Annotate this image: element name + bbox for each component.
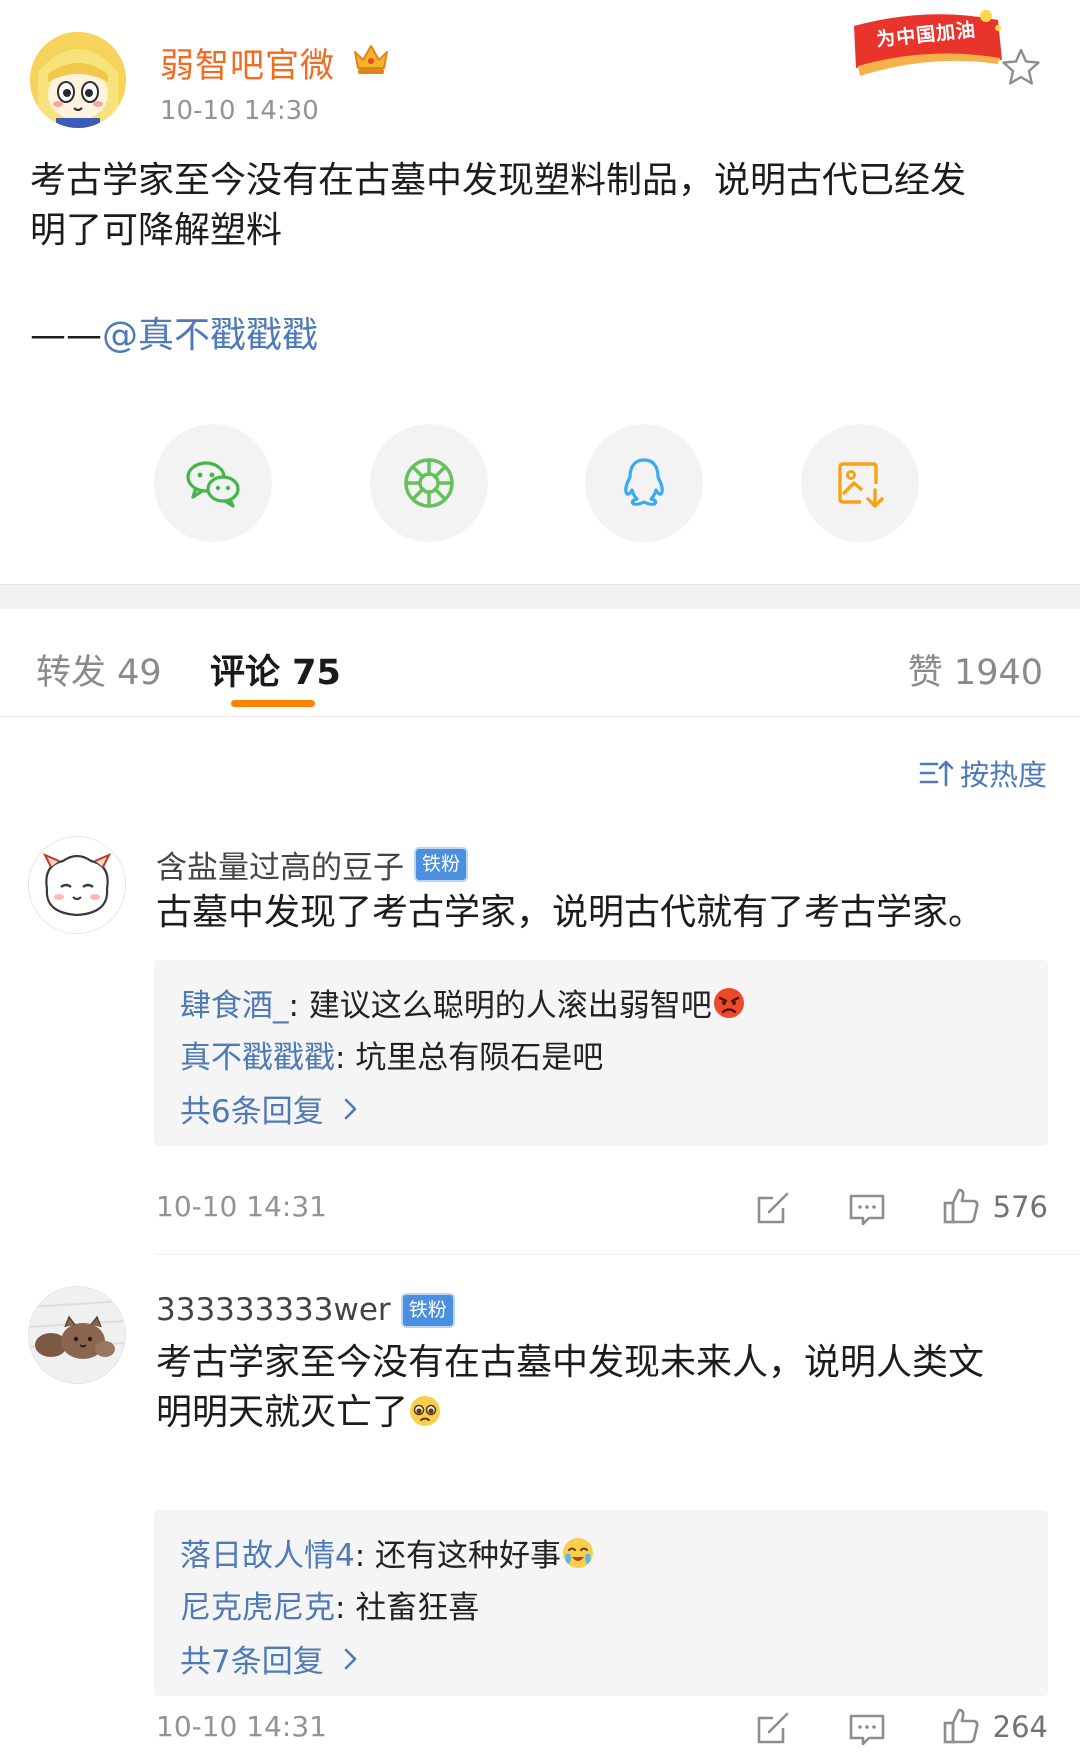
share-wechat-button[interactable]: [154, 424, 272, 542]
save-image-icon: [838, 462, 884, 508]
repost-comment-icon[interactable]: [753, 1708, 793, 1748]
wechat-icon: [186, 461, 240, 508]
reply-preview-box[interactable]: 肆食酒_: 建议这么聪明的人滚出弱智吧 真不戳戳戳: 坑里总有陨石是吧 共6条回…: [154, 960, 1048, 1146]
user-mention-link[interactable]: @真不戳戳戳: [102, 315, 318, 356]
comment-item: 含盐量过高的豆子 铁粉 古墓中发现了考古学家，说明古代就有了考古学家。 肆食酒_…: [0, 836, 1080, 1256]
reply-separator: :: [288, 988, 309, 1024]
save-image-button[interactable]: [801, 424, 919, 542]
like-thumb-icon[interactable]: [941, 1186, 981, 1226]
favorite-star-icon[interactable]: [1000, 46, 1042, 88]
reply-line: 真不戳戳戳: 坑里总有陨石是吧: [180, 1032, 603, 1077]
pleading-face-emoji: [410, 1396, 441, 1426]
view-all-replies-link[interactable]: 共7条回复: [180, 1636, 362, 1681]
crying-happy-emoji: [563, 1538, 594, 1568]
active-tab-indicator: [231, 700, 315, 707]
view-all-replies-link[interactable]: 共6条回复: [180, 1086, 362, 1131]
reply-separator: :: [335, 1040, 356, 1076]
view-all-replies-label: 共6条回复: [180, 1094, 324, 1130]
repost-comment-icon[interactable]: [753, 1188, 793, 1228]
comment-text-line-content: 明明天就灭亡了: [156, 1392, 409, 1433]
comment-text-line: 明明天就灭亡了: [156, 1388, 1046, 1438]
tab-likes[interactable]: 赞 1940: [908, 644, 1043, 695]
reply-preview-box[interactable]: 落日故人情4: 还有这种好事 尼克虎尼克: 社畜狂喜 共7条回复: [154, 1510, 1048, 1696]
comment-divider: [156, 1254, 1080, 1255]
reply-author[interactable]: 落日故人情4: [180, 1538, 355, 1574]
commenter-avatar-image: [29, 837, 125, 933]
reply-separator: :: [335, 1590, 356, 1626]
tabs-divider: [0, 716, 1080, 717]
commenter-name-row: 含盐量过高的豆子 铁粉: [156, 842, 469, 887]
tab-reposts[interactable]: 转发 49: [36, 644, 162, 695]
comment-time: 10-10 14:31: [156, 1190, 327, 1223]
moments-icon: [404, 458, 454, 508]
reply-author[interactable]: 肆食酒_: [180, 988, 289, 1024]
reply-text: 还有这种好事: [375, 1538, 562, 1574]
post-header: 弱智吧官微 10-10 14:30 为中国加油: [0, 0, 1080, 150]
signoff-dash: ——: [30, 315, 102, 356]
post-body-line: 明了可降解塑料: [30, 210, 283, 251]
reply-line: 肆食酒_: 建议这么聪明的人滚出弱智吧: [180, 980, 746, 1025]
angry-face-emoji: [713, 988, 744, 1018]
post-signoff: ——@真不戳戳戳: [30, 306, 318, 358]
sort-icon: [919, 760, 954, 787]
reply-text: 建议这么聪明的人滚出弱智吧: [308, 988, 712, 1024]
reply-author[interactable]: 尼克虎尼克: [180, 1590, 335, 1626]
qq-icon: [624, 458, 664, 506]
tab-comments[interactable]: 评论 75: [210, 644, 341, 695]
post-time: 10-10 14:30: [160, 96, 319, 126]
commenter-avatar[interactable]: [28, 836, 126, 934]
reply-separator: :: [354, 1538, 376, 1574]
post-body-line: 考古学家至今没有在古墓中发现塑料制品，说明古代已经发: [30, 160, 967, 201]
author-avatar-image: [30, 32, 126, 128]
section-divider: [0, 584, 1080, 609]
comment-like-count: 576: [992, 1190, 1048, 1224]
view-all-replies-label: 共7条回复: [180, 1644, 324, 1680]
fan-badge: 铁粉: [400, 1292, 455, 1328]
crown-icon: [354, 45, 388, 74]
reply-line: 落日故人情4: 还有这种好事: [180, 1530, 595, 1575]
post-body: 考古学家至今没有在古墓中发现塑料制品，说明古代已经发 明了可降解塑料: [30, 156, 1050, 256]
reply-comment-icon[interactable]: [847, 1188, 887, 1228]
comment-text-line: 考古学家至今没有在古墓中发现未来人，说明人类文: [156, 1342, 985, 1383]
reply-line: 尼克虎尼克: 社畜狂喜: [180, 1582, 479, 1627]
commenter-name[interactable]: 含盐量过高的豆子: [156, 842, 404, 887]
reply-text: 社畜狂喜: [355, 1590, 480, 1626]
share-moments-button[interactable]: [370, 424, 488, 542]
share-qq-button[interactable]: [585, 424, 703, 542]
author-name[interactable]: 弱智吧官微: [160, 38, 335, 87]
comment-text: 古墓中发现了考古学家，说明古代就有了考古学家。: [156, 892, 985, 933]
commenter-avatar-image: [29, 1287, 125, 1383]
commenter-name[interactable]: 333333333wer: [156, 1292, 391, 1328]
sort-by-hot-button[interactable]: 按热度: [918, 752, 1047, 794]
comment-text: 考古学家至今没有在古墓中发现未来人，说明人类文 明明天就灭亡了: [156, 1338, 1046, 1438]
reply-text: 坑里总有陨石是吧: [355, 1040, 604, 1076]
comment-time: 10-10 14:31: [156, 1710, 327, 1743]
reply-comment-icon[interactable]: [847, 1708, 887, 1748]
fan-badge: 铁粉: [414, 847, 469, 882]
reply-author[interactable]: 真不戳戳戳: [180, 1040, 335, 1076]
comment-like-count: 264: [992, 1710, 1048, 1744]
commenter-name-row: 333333333wer 铁粉: [156, 1292, 455, 1328]
like-thumb-icon[interactable]: [941, 1706, 981, 1746]
comment-item: 333333333wer 铁粉 考古学家至今没有在古墓中发现未来人，说明人类文 …: [0, 1286, 1080, 1758]
chevron-right-icon: [344, 1098, 357, 1119]
author-avatar[interactable]: [30, 32, 126, 128]
sort-label: 按热度: [959, 758, 1047, 792]
chevron-right-icon: [344, 1648, 357, 1669]
commenter-avatar[interactable]: [28, 1286, 126, 1384]
